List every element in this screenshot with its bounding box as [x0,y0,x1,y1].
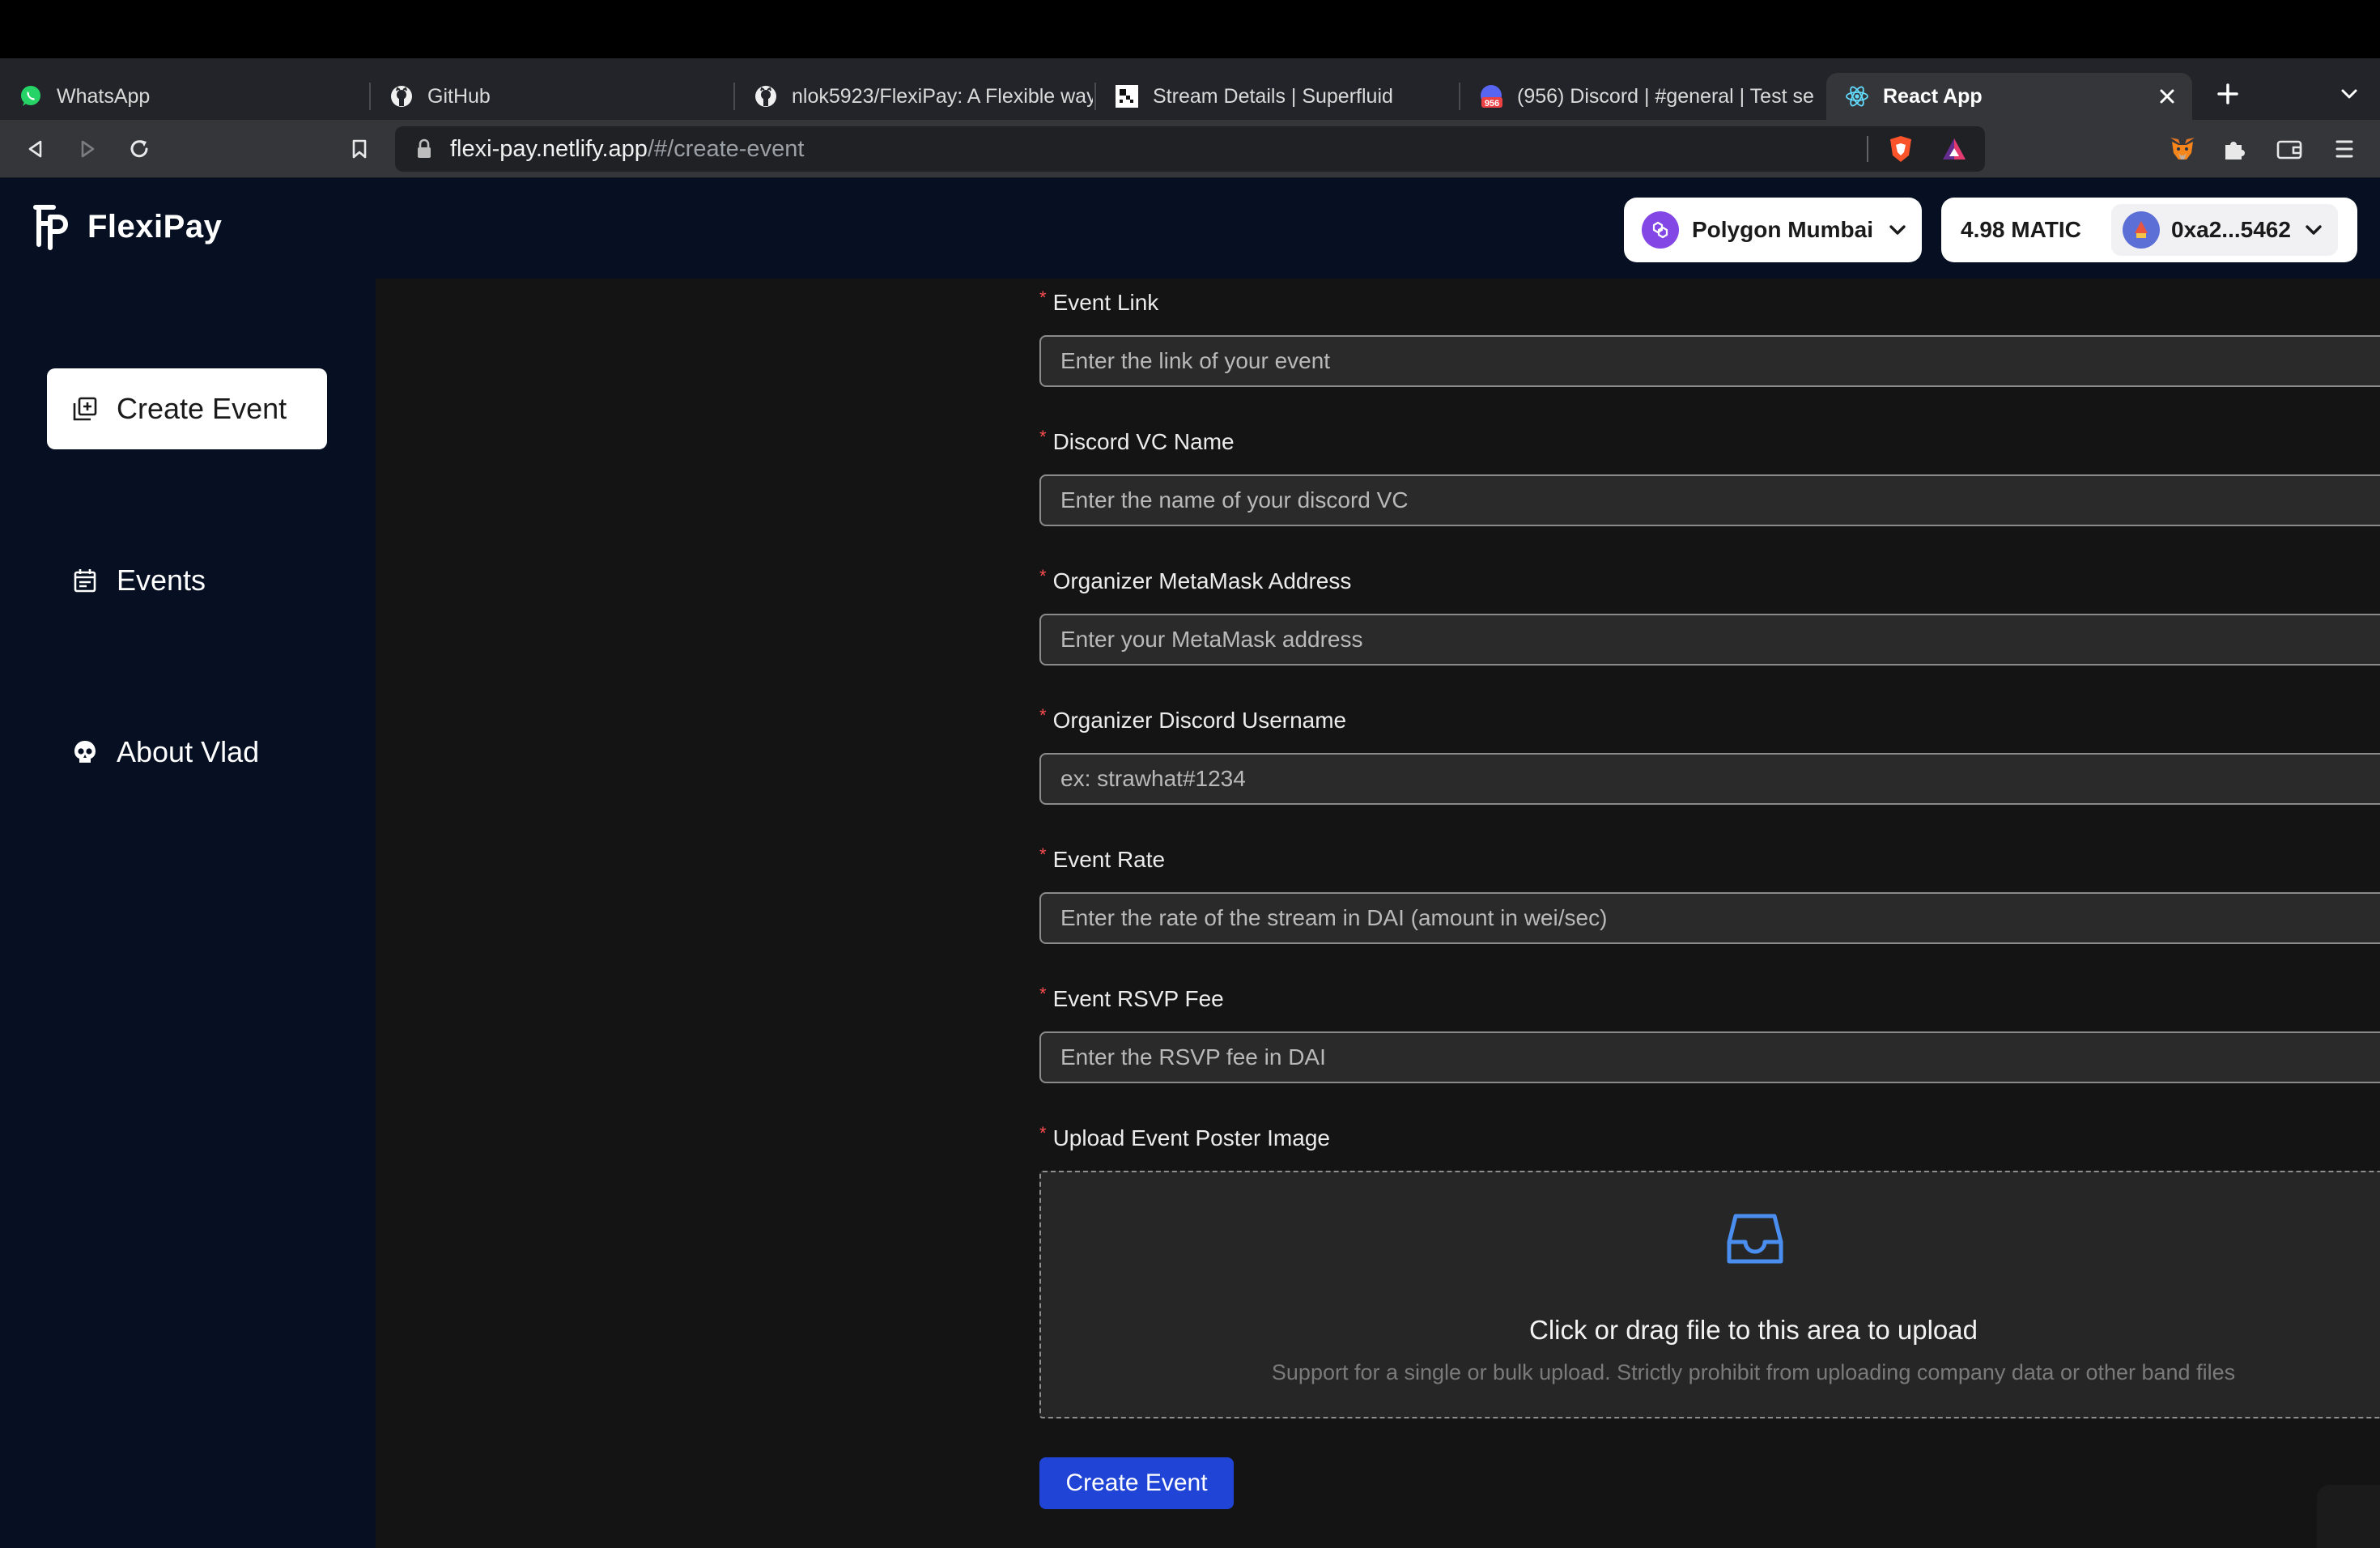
sidebar-item-create-event[interactable]: Create Event [47,368,327,449]
tab-discord[interactable]: 956 (956) Discord | #general | Test se [1460,73,1823,120]
tab-label: GitHub [427,84,491,108]
react-icon [1844,83,1870,109]
tab-label: (956) Discord | #general | Test se [1517,84,1814,108]
github-icon [753,83,779,109]
reload-icon[interactable] [121,131,157,167]
event-link-input[interactable] [1039,335,2380,387]
superfluid-icon [1114,83,1140,109]
required-marker: * [1039,287,1047,308]
sidebar: Create Event Events About Vlad [0,279,376,1548]
required-marker: * [1039,984,1047,1004]
forward-icon[interactable] [70,131,105,167]
tab-search-chevron-down-icon[interactable] [2331,76,2367,112]
chevron-down-icon [2302,219,2325,241]
menu-icon[interactable] [2327,131,2362,167]
back-icon[interactable] [18,131,53,167]
app-name: FlexiPay [87,208,223,245]
tab-react-app[interactable]: React App [1826,73,2192,120]
network-name: Polygon Mumbai [1692,217,1873,242]
upload-hint: Support for a single or bulk upload. Str… [1271,1360,2236,1384]
discord-vc-name-label: * Discord VC Name [1039,427,1235,455]
url-host: flexi-pay.netlify.app [450,136,648,162]
organizer-discord-username-label: * Organizer Discord Username [1039,705,1347,734]
url-text[interactable]: flexi-pay.netlify.app/#/create-event [450,136,804,162]
skull-icon [71,738,99,766]
organizer-metamask-address-label: * Organizer MetaMask Address [1039,566,1352,594]
omnibox-divider [1867,136,1868,162]
tab-whatsapp[interactable]: WhatsApp [0,73,369,120]
url-path: /#/create-event [647,136,805,162]
tab-github[interactable]: GitHub [371,73,733,120]
extensions-puzzle-icon[interactable] [2216,131,2252,167]
tab-flexipay-repo[interactable]: nlok5923/FlexiPay: A Flexible way [735,73,1094,120]
event-rate-input[interactable] [1039,892,2380,944]
create-event-icon [71,395,99,423]
account-address: 0xa2...5462 [2171,217,2291,242]
chevron-down-icon [1886,219,1909,241]
discord-badge: 956 [1485,99,1499,108]
required-marker: * [1039,844,1047,865]
bookmark-icon[interactable] [342,131,377,167]
field-label-text: Organizer MetaMask Address [1052,568,1352,593]
polygon-icon [1642,211,1679,249]
required-marker: * [1039,566,1047,586]
metamask-fox-icon[interactable] [2165,131,2200,167]
organizer-discord-username-input[interactable] [1039,753,2380,805]
os-menu-bar [0,0,2380,58]
event-rsvp-fee-input[interactable] [1039,1031,2380,1083]
calendar-icon [71,567,99,594]
wallet-icon[interactable] [2272,131,2307,167]
create-event-button[interactable]: Create Event [1039,1457,1234,1509]
poster-upload-dropzone[interactable]: Click or drag file to this area to uploa… [1039,1171,2380,1418]
github-icon [389,83,414,109]
tab-superfluid[interactable]: Stream Details | Superfluid [1096,73,1459,120]
account-button[interactable]: 4.98 MATIC 0xa2...5462 [1941,198,2357,262]
event-rsvp-fee-label: * Event RSVP Fee [1039,984,1224,1012]
field-label-text: Upload Event Poster Image [1052,1125,1330,1150]
required-marker: * [1039,1123,1047,1143]
account-avatar-icon [2123,211,2160,249]
organizer-metamask-address-input[interactable] [1039,614,2380,666]
create-event-form: *Event Link *Discord VC Name *Organizer … [376,279,2380,1548]
field-label-text: Event Rate [1052,847,1166,872]
app-header: FlexiPay Polygon Mumbai 4.98 MATIC 0xa2.… [0,178,2380,279]
field-label-text: Event Link [1052,290,1159,315]
event-link-label: * Event Link [1039,287,1159,316]
tab-label: nlok5923/FlexiPay: A Flexible way [792,84,1093,108]
floating-widget[interactable] [2317,1485,2380,1548]
account-address-chip[interactable]: 0xa2...5462 [2111,204,2338,256]
address-bar[interactable]: flexi-pay.netlify.app/#/create-event [395,126,1985,172]
brave-shield-icon[interactable] [1886,134,1915,164]
tab-strip: WhatsApp GitHub nlok5923/FlexiPay: A Fle… [0,58,2380,120]
sidebar-item-label: About Vlad [117,735,260,768]
network-selector[interactable]: Polygon Mumbai [1624,198,1922,262]
whatsapp-icon [18,83,44,109]
sidebar-item-events[interactable]: Events [47,540,327,621]
sidebar-item-label: Create Event [117,392,287,425]
required-marker: * [1039,705,1047,725]
sidebar-item-about-vlad[interactable]: About Vlad [47,712,327,793]
browser-toolbar: flexi-pay.netlify.app/#/create-event [0,120,2380,178]
app-logo[interactable]: FlexiPay [32,202,222,251]
discord-icon: 956 [1478,83,1504,109]
tab-label: Stream Details | Superfluid [1153,84,1393,108]
event-rate-label: * Event Rate [1039,844,1166,873]
tab-label: WhatsApp [57,84,151,108]
sidebar-item-label: Events [117,563,206,597]
upload-title: Click or drag file to this area to uploa… [1529,1315,1978,1345]
field-label-text: Discord VC Name [1052,429,1235,454]
field-label-text: Organizer Discord Username [1052,708,1347,733]
tab-label: React App [1883,84,1983,108]
close-icon[interactable] [2155,84,2179,108]
discord-vc-name-input[interactable] [1039,474,2380,526]
required-marker: * [1039,427,1047,447]
inbox-upload-icon [1724,1208,1786,1269]
wallet-balance: 4.98 MATIC [1961,217,2081,242]
lock-icon[interactable] [411,136,437,162]
new-tab-plus-icon[interactable] [2210,76,2246,112]
field-label-text: Event RSVP Fee [1052,986,1224,1011]
upload-poster-label: * Upload Event Poster Image [1039,1123,1330,1151]
flexipay-logo-icon [32,202,70,251]
brave-rewards-icon[interactable] [1940,134,1969,164]
